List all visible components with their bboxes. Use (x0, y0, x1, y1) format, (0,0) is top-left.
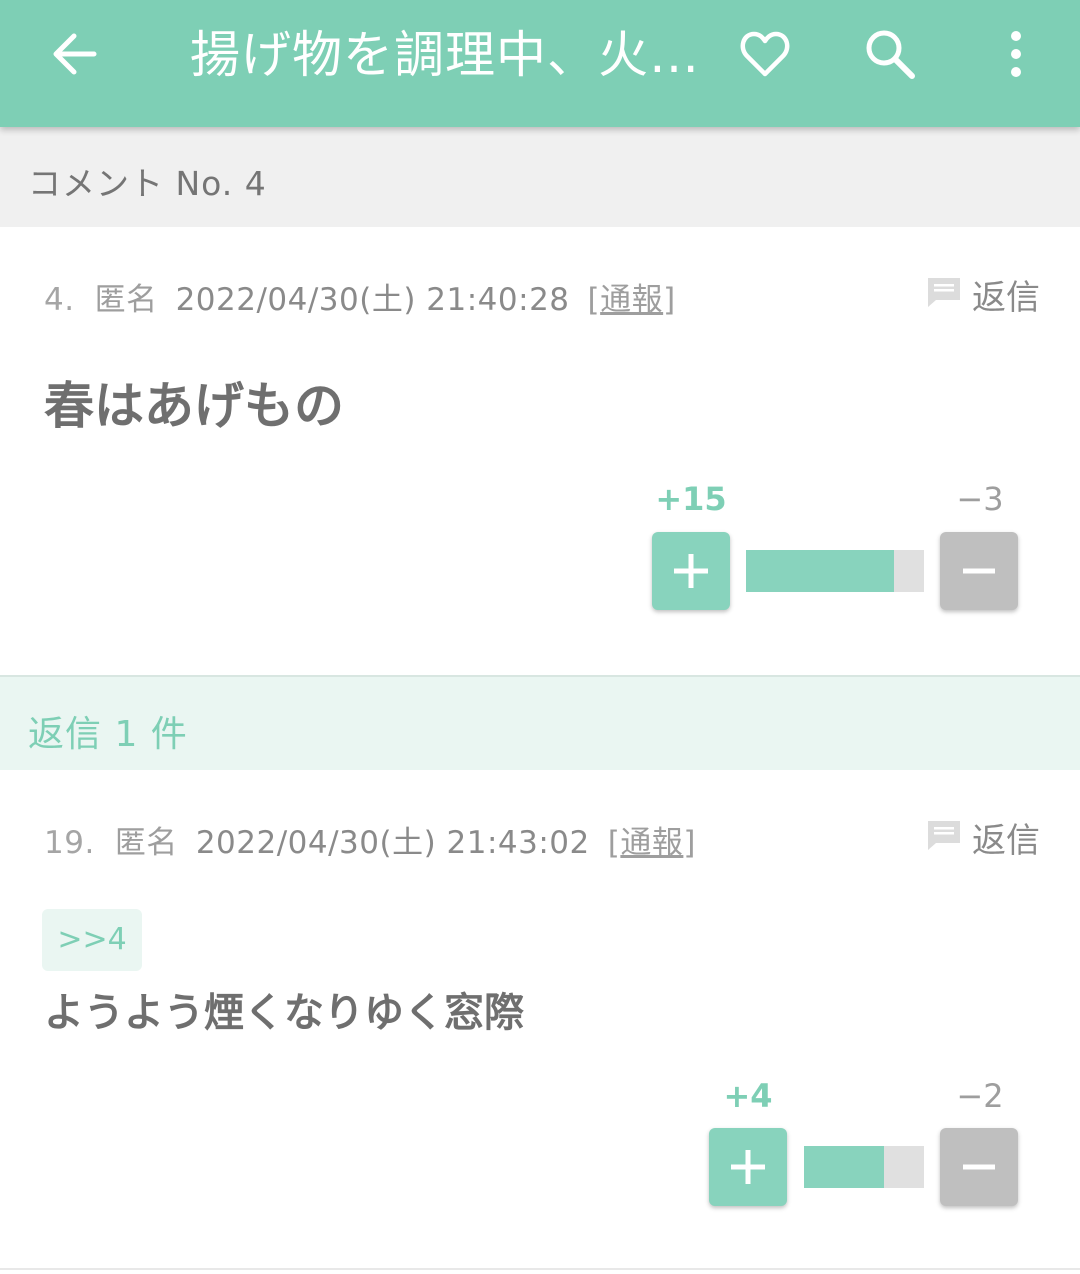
reply-datetime: 2022/04/30(土) 21:43:02 (195, 825, 590, 861)
minus-count: −2 (956, 1077, 1004, 1115)
reply-button[interactable]: 返信 (926, 270, 1046, 318)
reply-number: 19. (44, 825, 95, 861)
comment-icon (928, 278, 960, 307)
minus-vote-button[interactable] (940, 532, 1018, 610)
plus-count: +15 (655, 480, 727, 518)
app-bar: 揚げ物を調理中、火… (0, 0, 1080, 127)
minus-count: −3 (956, 480, 1004, 518)
vote-ratio-fill (746, 550, 895, 592)
vote-ratio-bar (804, 1146, 924, 1188)
report-link[interactable]: [通報] (608, 825, 696, 861)
back-arrow-icon[interactable] (44, 24, 104, 84)
comment-body: 春はあげもの (44, 377, 344, 435)
divider (0, 1268, 1080, 1270)
plus-vote-button[interactable] (709, 1128, 787, 1206)
plus-vote-button[interactable] (652, 532, 730, 610)
minus-vote-button[interactable] (940, 1128, 1018, 1206)
comment-section-header: コメント No. 4 (0, 127, 1080, 227)
heart-icon[interactable] (735, 24, 795, 84)
search-icon[interactable] (860, 24, 920, 84)
vote-ratio-fill (804, 1146, 885, 1188)
plus-icon (674, 554, 708, 588)
reply-meta: 19. 匿名 2022/04/30(土) 21:43:02 [通報] (44, 817, 696, 862)
comment-number: 4. (44, 282, 75, 318)
comment-datetime: 2022/04/30(土) 21:40:28 (175, 282, 570, 318)
replies-section-header: 返信 1 件 (0, 675, 1080, 770)
minus-icon (963, 1164, 995, 1170)
reply-button[interactable]: 返信 (926, 813, 1046, 861)
plus-icon (731, 1150, 765, 1184)
comment-author: 匿名 (94, 282, 158, 318)
comment-icon (928, 821, 960, 850)
minus-icon (963, 568, 995, 574)
comment-meta: 4. 匿名 2022/04/30(土) 21:40:28 [通報] (44, 274, 676, 319)
reply-body: ようよう煙くなりゆく窓際 (44, 990, 524, 1036)
replies-header-label: 返信 1 件 (28, 714, 188, 755)
reply-author: 匿名 (114, 825, 178, 861)
page-title: 揚げ物を調理中、火… (190, 26, 700, 84)
report-link[interactable]: [通報] (588, 282, 676, 318)
anchor-link[interactable]: >>4 (42, 909, 142, 971)
reply-label: 返信 (972, 821, 1040, 861)
comment-header-label: コメント No. 4 (28, 164, 267, 203)
more-vertical-icon[interactable] (986, 24, 1046, 84)
plus-count: +4 (723, 1077, 773, 1115)
vote-ratio-bar (746, 550, 924, 592)
reply-label: 返信 (972, 278, 1040, 318)
